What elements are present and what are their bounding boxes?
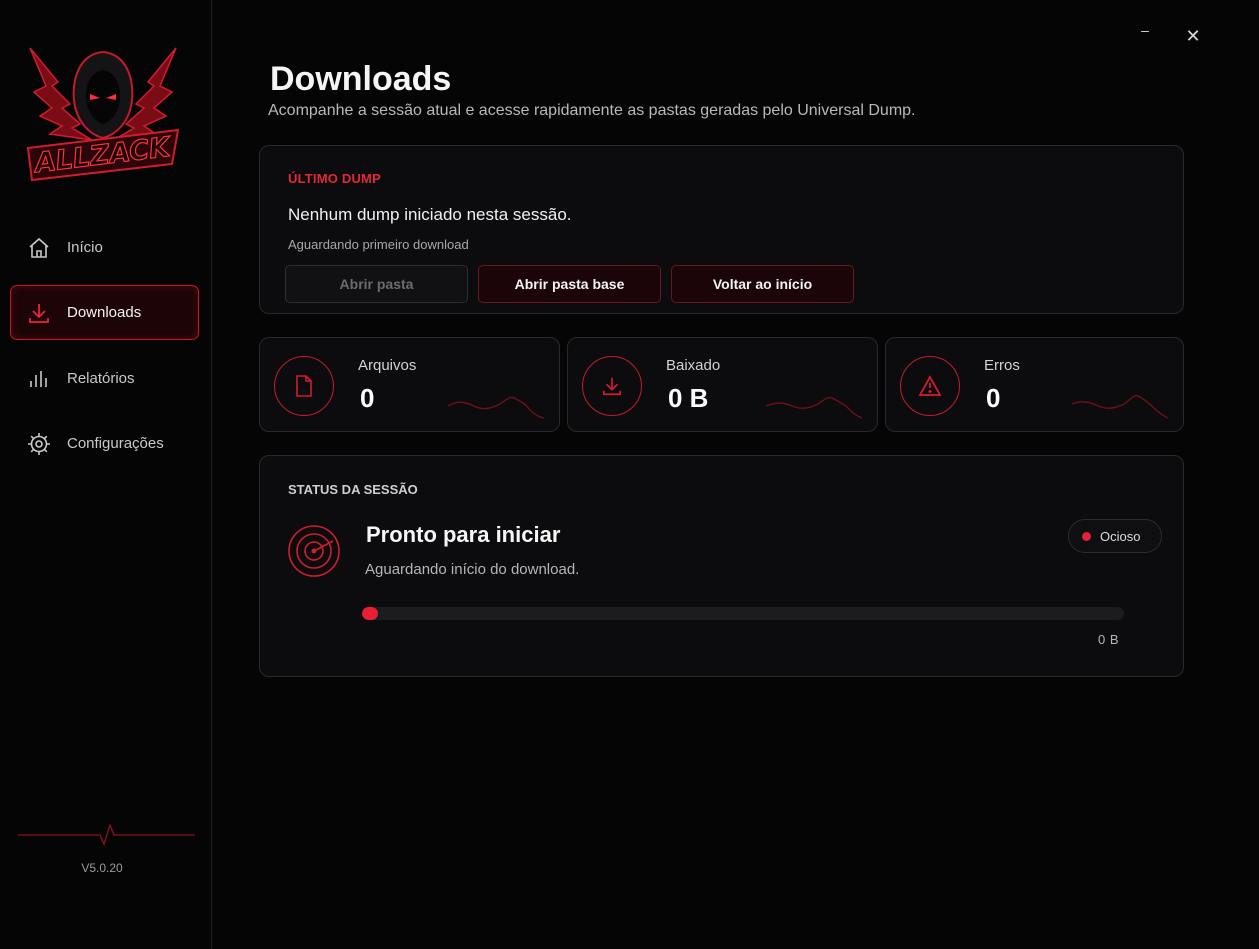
stat-card-files: Arquivos 0 — [259, 337, 560, 432]
stat-card-downloaded: Baixado 0 B — [567, 337, 878, 432]
last-dump-card: ÚLTIMO DUMP Nenhum dump iniciado nesta s… — [259, 145, 1184, 314]
session-status-subtitle: Aguardando início do download. — [365, 561, 580, 578]
sparkline — [766, 396, 862, 419]
download-icon — [11, 285, 67, 340]
stat-card-errors: Erros 0 — [885, 337, 1184, 432]
sidebar-item-downloads[interactable]: Downloads — [10, 285, 199, 340]
minimize-icon: – — [1141, 22, 1149, 38]
session-status-card: STATUS DA SESSÃO Pronto para iniciar Agu… — [259, 455, 1184, 677]
stat-value: 0 — [360, 383, 375, 413]
page-subtitle: Acompanhe a sessão atual e acesse rapida… — [268, 102, 916, 119]
status-dot-icon — [1082, 531, 1091, 541]
sparkline — [448, 396, 544, 419]
stat-label: Erros — [984, 357, 1020, 374]
sidebar-item-label: Configurações — [67, 435, 164, 452]
stat-value: 0 B — [668, 383, 709, 413]
stat-value: 0 — [986, 383, 1001, 413]
status-badge: Ocioso — [1068, 519, 1162, 553]
file-icon — [274, 356, 334, 416]
sidebar-item-label: Início — [67, 239, 103, 256]
download-icon — [582, 356, 642, 416]
app-version: V5.0.20 — [81, 861, 123, 875]
close-icon: ✕ — [1185, 25, 1201, 46]
app-logo: ALLZACK — [22, 30, 184, 190]
stat-label: Baixado — [666, 357, 721, 374]
sidebar-item-label: Relatórios — [67, 370, 135, 387]
status-badge-label: Ocioso — [1100, 528, 1141, 544]
progress-text: 0 B — [1097, 632, 1119, 647]
open-folder-button[interactable]: Abrir pasta — [285, 265, 468, 303]
minimize-button[interactable]: – — [1131, 22, 1159, 50]
session-status-title: Pronto para iniciar — [366, 522, 561, 547]
open-base-folder-button[interactable]: Abrir pasta base — [478, 265, 661, 303]
last-dump-label: ÚLTIMO DUMP — [288, 171, 381, 186]
radar-icon — [288, 525, 340, 577]
sidebar-item-inicio[interactable]: Início — [10, 220, 199, 275]
progress-bar — [362, 607, 1124, 620]
stat-label: Arquivos — [358, 357, 417, 374]
bar-chart-icon — [11, 351, 67, 406]
sidebar-item-label: Downloads — [67, 304, 142, 321]
progress-fill — [362, 607, 378, 620]
sparkline — [1072, 394, 1168, 419]
last-dump-message: Nenhum dump iniciado nesta sessão. — [288, 205, 572, 224]
logo-text: ALLZACK — [31, 132, 173, 180]
sidebar-item-configuracoes[interactable]: Configurações — [10, 416, 199, 471]
back-home-button[interactable]: Voltar ao início — [671, 265, 854, 303]
home-icon — [11, 220, 67, 275]
last-dump-detail: Aguardando primeiro download — [288, 237, 469, 252]
warning-icon — [900, 356, 960, 416]
close-button[interactable]: ✕ — [1179, 22, 1207, 50]
page-title: Downloads — [270, 60, 452, 98]
session-status-label: STATUS DA SESSÃO — [288, 482, 418, 497]
gear-icon — [11, 416, 67, 471]
sidebar: ALLZACK Início Downloads Relatórios Conf… — [0, 0, 212, 949]
pulse-divider — [18, 823, 195, 846]
sidebar-item-relatorios[interactable]: Relatórios — [10, 351, 199, 406]
